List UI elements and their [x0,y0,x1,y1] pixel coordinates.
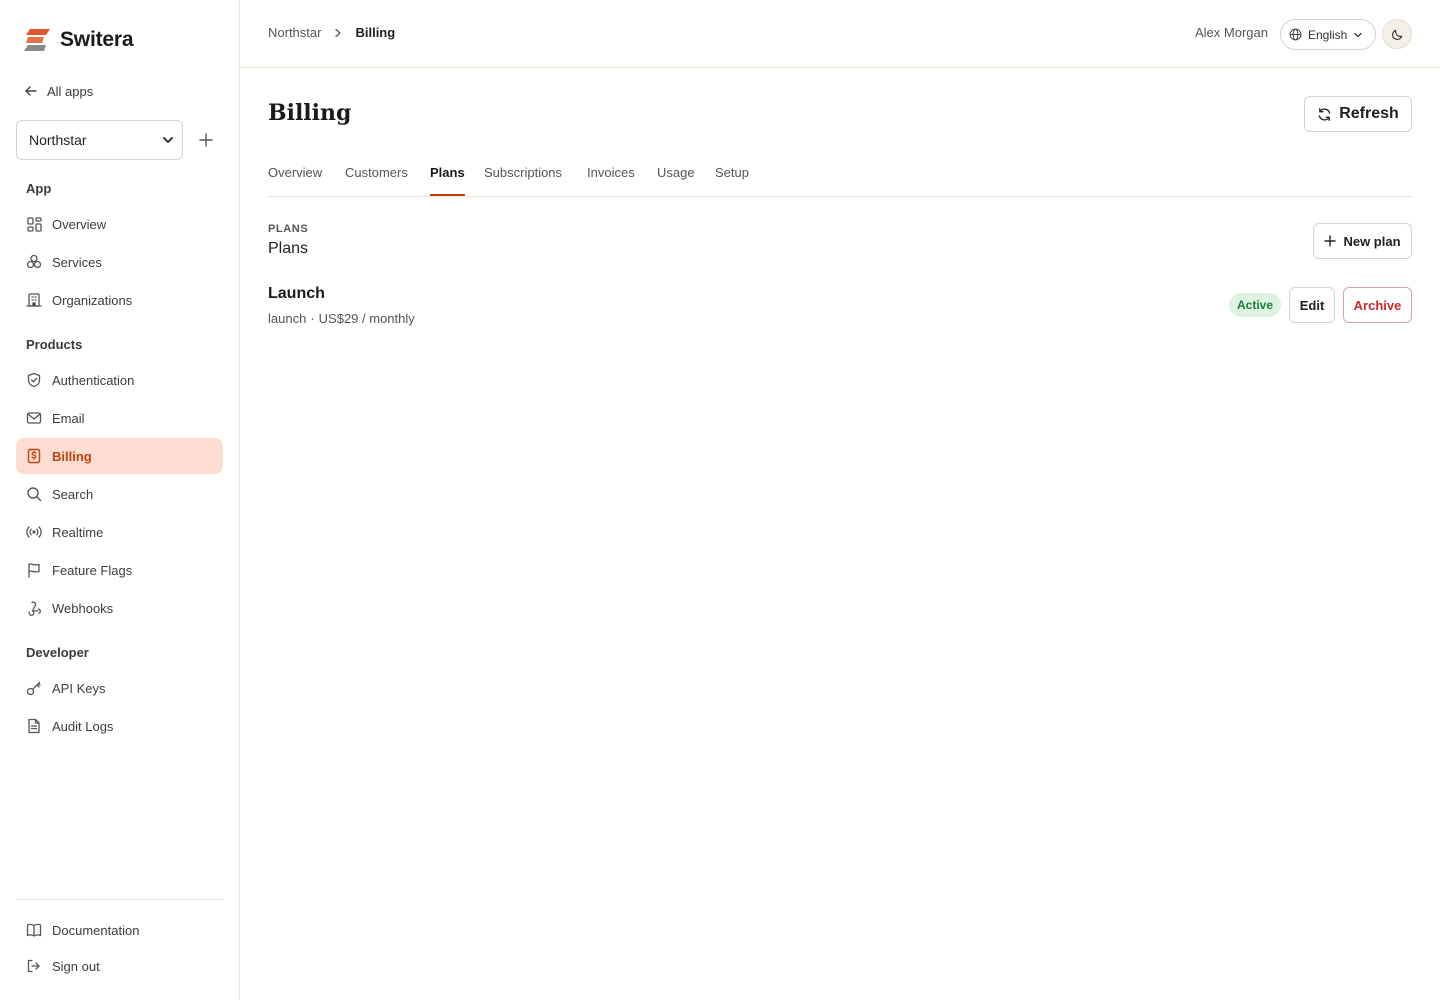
plan-meta: launch · US$29 / monthly [268,311,415,326]
tab-customers[interactable]: Customers [345,165,408,194]
brand-name: Switera [60,28,134,51]
sidebar-item-email[interactable]: Email [16,400,223,436]
tab-invoices[interactable]: Invoices [587,165,635,194]
user-name[interactable]: Alex Morgan [1195,25,1268,40]
sidebar-item-label: Webhooks [52,600,114,616]
plan-slug: launch [268,311,307,326]
sidebar-item-billing[interactable]: Billing [16,438,223,474]
book-icon [26,922,42,938]
tab-subscriptions[interactable]: Subscriptions [484,165,562,194]
section-label-developer: Developer [26,645,89,660]
all-apps-link[interactable]: All apps [24,80,93,102]
globe-icon [1289,28,1302,41]
sidebar-item-audit-logs[interactable]: Audit Logs [16,708,223,744]
app-select-value: Northstar [29,132,87,148]
sidebar-item-sign-out[interactable]: Sign out [16,948,223,984]
sidebar-item-label: Audit Logs [52,718,114,734]
refresh-icon [1318,107,1331,121]
building-icon [26,292,42,308]
sidebar-item-label: Email [52,410,85,426]
sidebar-item-label: Organizations [52,292,133,308]
sidebar-item-label: Realtime [52,524,104,540]
page-title: Billing [268,100,352,126]
new-plan-button[interactable]: New plan [1313,223,1412,259]
sidebar-item-feature-flags[interactable]: Feature Flags [16,552,223,588]
new-plan-label: New plan [1343,233,1401,249]
billing-tabs: Overview Customers Plans Subscriptions I… [268,156,1412,197]
arrow-left-icon [25,86,37,96]
sidebar-item-label: Overview [52,216,107,232]
flag-icon [26,562,42,578]
chevron-right-icon [333,28,343,38]
key-icon [26,680,42,696]
add-app-button[interactable] [194,128,218,152]
sidebar-item-search[interactable]: Search [16,476,223,512]
plan-price: US$29 / monthly [318,311,415,326]
moon-icon [1391,29,1402,40]
sidebar-item-label: Feature Flags [52,562,133,578]
refresh-label: Refresh [1339,105,1399,122]
plan-name: Launch [268,285,325,302]
edit-plan-button[interactable]: Edit [1289,287,1335,323]
broadcast-icon [26,524,42,540]
switera-logo-icon [24,29,50,51]
chevron-down-icon [1354,32,1363,37]
sidebar-item-label: Authentication [52,372,135,388]
breadcrumb: Northstar Billing [268,25,395,40]
chevron-down-icon [163,137,173,143]
sidebar-item-label: Billing [52,448,92,464]
sidebar-item-documentation[interactable]: Documentation [16,912,223,948]
section-label-products: Products [26,337,83,352]
services-icon [26,254,42,270]
tab-usage[interactable]: Usage [657,165,695,194]
tab-overview[interactable]: Overview [268,165,322,194]
sidebar-item-overview[interactable]: Overview [16,206,223,242]
section-eyebrow: PLANS [268,223,309,235]
sidebar-item-webhooks[interactable]: Webhooks [16,590,223,626]
plus-icon [1324,235,1337,247]
sidebar-item-authentication[interactable]: Authentication [16,362,223,398]
sidebar-item-label: Services [52,254,102,270]
sidebar-item-organizations[interactable]: Organizations [16,282,223,318]
plus-icon [199,133,213,147]
sidebar-item-services[interactable]: Services [16,244,223,280]
topbar: Northstar Billing Alex Morgan English [240,0,1440,68]
mail-icon [26,410,42,426]
breadcrumb-current: Billing [355,25,396,40]
app-select[interactable]: Northstar [16,120,183,160]
sidebar-item-realtime[interactable]: Realtime [16,514,223,550]
sign-out-icon [26,958,42,974]
sidebar-item-label: Sign out [52,958,100,974]
theme-toggle-button[interactable] [1382,19,1412,49]
sidebar-item-api-keys[interactable]: API Keys [16,670,223,706]
tab-plans[interactable]: Plans [430,165,465,196]
refresh-button[interactable]: Refresh [1304,96,1412,132]
sidebar-divider [16,899,223,900]
search-icon [26,486,42,502]
section-label-app: App [26,181,52,196]
tab-setup[interactable]: Setup [715,165,749,194]
plan-meta-separator: · [310,311,315,326]
shield-icon [26,372,42,388]
brand[interactable]: Switera [24,28,134,52]
section-title: Plans [268,240,309,257]
billing-icon [26,448,42,464]
sidebar-item-label: API Keys [52,680,106,696]
breadcrumb-parent-link[interactable]: Northstar [268,25,321,40]
sidebar-item-label: Search [52,486,94,502]
webhook-icon [26,600,42,616]
file-icon [26,718,42,734]
grid-icon [26,216,42,232]
language-label: English [1308,27,1348,42]
archive-plan-button[interactable]: Archive [1343,287,1412,323]
all-apps-label: All apps [47,83,94,99]
sidebar-item-label: Documentation [52,922,140,938]
language-select[interactable]: English [1280,19,1376,50]
sidebar: Switera All apps Northstar App Overview … [0,0,240,1000]
status-badge: Active [1229,293,1281,317]
